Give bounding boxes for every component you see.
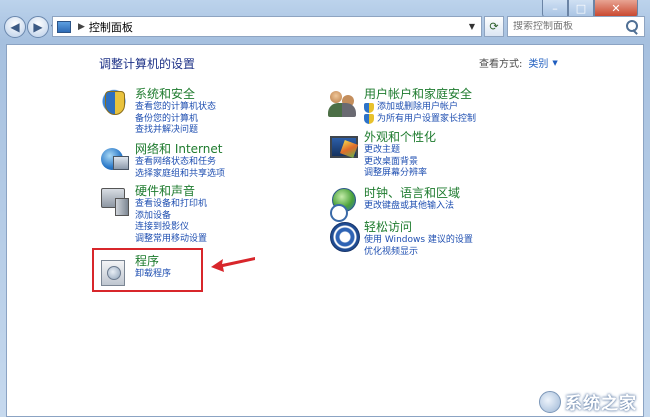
ease-of-access-icon[interactable]: [328, 220, 360, 252]
category-appearance: 外观和个性化 更改主题 更改桌面背景 调整屏幕分辨率: [328, 130, 436, 180]
category-link[interactable]: 更改桌面背景: [364, 157, 436, 169]
category-link[interactable]: 添加设备: [135, 211, 207, 223]
category-title[interactable]: 网络和 Internet: [135, 142, 225, 157]
category-link[interactable]: 选择家庭组和共享选项: [135, 169, 225, 181]
category-ease-of-access: 轻松访问 使用 Windows 建议的设置 优化视频显示: [328, 220, 473, 258]
forward-arrow-icon: ▶: [33, 20, 43, 34]
uac-shield-icon: [364, 102, 374, 113]
chevron-down-icon[interactable]: ▼: [552, 59, 557, 67]
clock-globe-icon[interactable]: [328, 186, 358, 222]
category-user-accounts: 用户帐户和家庭安全 添加或删除用户帐户 为所有用户设置家长控制: [328, 87, 476, 125]
category-link[interactable]: 查看设备和打印机: [135, 199, 207, 211]
users-icon[interactable]: [328, 87, 358, 119]
category-clock-language-region: 时钟、语言和区域 更改键盘或其他输入法: [328, 186, 460, 222]
navigation-bar: ◀ ▶ ▼ ▶ 控制面板 ▼ ⟳: [4, 12, 645, 42]
category-link[interactable]: 添加或删除用户帐户: [364, 102, 476, 114]
category-link[interactable]: 查看您的计算机状态: [135, 102, 216, 114]
category-link[interactable]: 更改主题: [364, 145, 436, 157]
breadcrumb-separator-icon[interactable]: ▶: [78, 22, 85, 32]
forward-button[interactable]: ▶: [27, 16, 49, 38]
category-link[interactable]: 查找并解决问题: [135, 125, 216, 137]
address-bar[interactable]: ▶ 控制面板 ▼: [52, 16, 482, 37]
annotation-arrow-icon: [211, 257, 255, 272]
category-link[interactable]: 调整常用移动设置: [135, 234, 207, 246]
category-title[interactable]: 系统和安全: [135, 87, 216, 102]
view-by-label: 查看方式:: [479, 59, 523, 70]
watermark: 系统之家: [539, 389, 637, 414]
control-panel-icon: [57, 20, 71, 33]
category-link-text: 为所有用户设置家长控制: [377, 113, 477, 124]
category-link[interactable]: 优化视频显示: [364, 247, 473, 259]
security-shield-icon[interactable]: [99, 87, 129, 119]
back-arrow-icon: ◀: [10, 20, 20, 34]
refresh-icon: ⟳: [489, 20, 499, 33]
category-link[interactable]: 连接到投影仪: [135, 222, 207, 234]
watermark-text: 系统之家: [565, 394, 637, 414]
uac-shield-icon: [364, 114, 374, 125]
category-link[interactable]: 备份您的计算机: [135, 114, 216, 126]
category-network-internet: 网络和 Internet 查看网络状态和任务 选择家庭组和共享选项: [99, 142, 225, 180]
control-panel-content: 调整计算机的设置 查看方式: 类别 ▼ 系统和安全 查看您的计算机状态 备份您的…: [6, 44, 644, 417]
view-by-dropdown[interactable]: 类别: [528, 55, 548, 70]
category-hardware-sound: 硬件和声音 查看设备和打印机 添加设备 连接到投影仪 调整常用移动设置: [99, 184, 207, 245]
category-title[interactable]: 用户帐户和家庭安全: [364, 87, 476, 102]
page-title: 调整计算机的设置: [99, 57, 196, 71]
view-by: 查看方式: 类别 ▼: [479, 55, 558, 71]
category-link-text: 添加或删除用户帐户: [377, 102, 459, 112]
hardware-printer-icon[interactable]: [99, 184, 129, 216]
highlight-box: [92, 248, 203, 292]
appearance-monitor-icon[interactable]: [328, 130, 358, 162]
breadcrumb-control-panel[interactable]: 控制面板: [89, 19, 469, 35]
category-title[interactable]: 轻松访问: [364, 220, 473, 235]
category-title[interactable]: 硬件和声音: [135, 184, 207, 199]
category-title[interactable]: 外观和个性化: [364, 130, 436, 145]
refresh-button[interactable]: ⟳: [484, 16, 504, 37]
category-system-security: 系统和安全 查看您的计算机状态 备份您的计算机 查找并解决问题: [99, 87, 216, 137]
window-frame: – □ ✕ ◀ ▶ ▼ ▶ 控制面板 ▼ ⟳ 调整计算机的设置 查看方式: 类别…: [0, 0, 650, 417]
back-button[interactable]: ◀: [4, 16, 26, 38]
search-box[interactable]: [507, 16, 645, 37]
search-input[interactable]: [508, 21, 624, 32]
category-link[interactable]: 为所有用户设置家长控制: [364, 114, 476, 126]
category-link[interactable]: 使用 Windows 建议的设置: [364, 235, 473, 247]
watermark-logo-icon: [539, 390, 561, 413]
address-dropdown-icon[interactable]: ▼: [469, 22, 475, 31]
category-link[interactable]: 更改键盘或其他输入法: [364, 201, 460, 213]
category-link[interactable]: 查看网络状态和任务: [135, 157, 225, 169]
network-globe-icon[interactable]: [99, 142, 129, 174]
category-link[interactable]: 调整屏幕分辨率: [364, 168, 436, 180]
search-icon[interactable]: [624, 19, 640, 35]
category-title[interactable]: 时钟、语言和区域: [364, 186, 460, 201]
